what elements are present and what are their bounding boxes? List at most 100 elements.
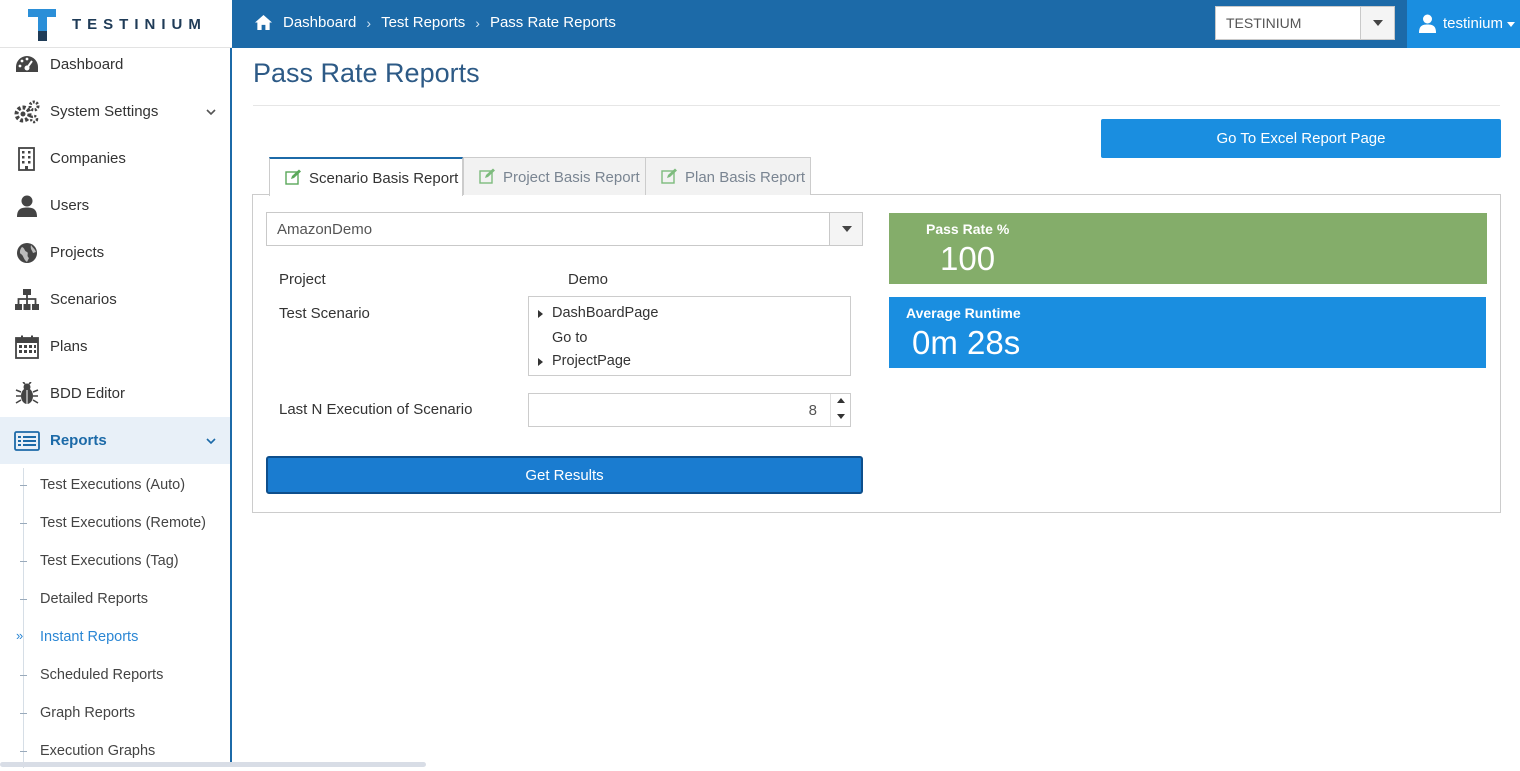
submenu-item-label: Scheduled Reports: [40, 667, 164, 683]
submenu-item-graph-reports[interactable]: Graph Reports: [0, 695, 230, 733]
testinium-logo-icon: [28, 9, 56, 41]
sidebar-item-plans[interactable]: Plans: [0, 323, 230, 370]
double-chevron-right-icon: »: [16, 628, 24, 643]
edit-icon: [479, 168, 495, 184]
globe-icon: [17, 242, 37, 263]
project-value: Demo: [568, 271, 609, 288]
sidebar-item-scenarios[interactable]: Scenarios: [0, 276, 230, 323]
submenu-item-label: Detailed Reports: [40, 591, 148, 607]
sidebar-item-reports[interactable]: Reports: [0, 417, 230, 464]
building-icon: [18, 146, 35, 171]
stepper-up-icon[interactable]: [837, 398, 845, 403]
pass-rate-card: Pass Rate % 100: [889, 213, 1487, 284]
sidebar-item-companies[interactable]: Companies: [0, 135, 230, 182]
home-icon[interactable]: [254, 14, 273, 31]
sidebar-item-users[interactable]: Users: [0, 182, 230, 229]
chevron-right-icon: ›: [366, 14, 372, 31]
breadcrumb-dashboard[interactable]: Dashboard: [283, 14, 356, 31]
breadcrumb-pass-rate-reports: Pass Rate Reports: [489, 14, 616, 31]
calendar-icon: [15, 335, 39, 359]
stepper-down-icon[interactable]: [837, 414, 845, 419]
submenu-item-label: Test Executions (Remote): [40, 515, 207, 531]
scenario-select-toggle[interactable]: [829, 213, 862, 245]
tree-node[interactable]: DashBoardPage: [552, 305, 658, 321]
organization-select-value: TESTINIUM: [1226, 15, 1302, 31]
gears-icon: [14, 100, 40, 123]
sidebar-item-label: BDD Editor: [50, 385, 126, 402]
edit-icon: [661, 168, 677, 184]
sidebar-item-label: Reports: [50, 432, 107, 449]
sidebar-item-label: Companies: [50, 150, 126, 167]
list-icon: [14, 430, 40, 451]
go-to-excel-report-button[interactable]: Go To Excel Report Page: [1101, 119, 1501, 158]
sidebar-item-label: System Settings: [50, 103, 159, 120]
last-n-execution-input[interactable]: 8: [528, 393, 851, 427]
test-scenario-tree: DashBoardPage Go to ProjectPage: [528, 296, 851, 376]
average-runtime-title: Average Runtime: [906, 305, 1021, 321]
submenu-dash: [20, 751, 27, 752]
organization-select-toggle[interactable]: [1360, 7, 1394, 39]
caret-down-icon: [1373, 20, 1383, 26]
tab-label: Plan Basis Report: [685, 169, 806, 186]
user-name: testinium: [1443, 15, 1504, 32]
sidebar-item-label: Projects: [50, 244, 105, 261]
submenu-item-label: Instant Reports: [40, 629, 139, 645]
breadcrumb-test-reports[interactable]: Test Reports: [381, 14, 465, 31]
page-title: Pass Rate Reports: [253, 58, 480, 88]
brand-name: TESTINIUM: [72, 16, 207, 33]
average-runtime-card: Average Runtime 0m 28s: [889, 297, 1486, 368]
chevron-down-icon: [206, 437, 216, 444]
sitemap-icon: [15, 288, 39, 310]
submenu-item-detailed-reports[interactable]: Detailed Reports: [0, 581, 230, 619]
organization-select[interactable]: TESTINIUM: [1215, 6, 1395, 40]
tab-plan-basis-report[interactable]: Plan Basis Report: [645, 157, 811, 195]
tab-label: Project Basis Report: [503, 169, 640, 186]
dashboard-icon: [16, 55, 38, 72]
sidebar-item-bdd-editor[interactable]: BDD Editor: [0, 370, 230, 417]
sidebar-item-label: Plans: [50, 338, 88, 355]
horizontal-scrollbar[interactable]: [0, 762, 426, 767]
submenu-item-test-executions-auto[interactable]: Test Executions (Auto): [0, 467, 230, 505]
scenario-select[interactable]: AmazonDemo: [266, 212, 863, 246]
sidebar-item-dashboard[interactable]: Dashboard: [0, 41, 230, 88]
submenu-item-label: Execution Graphs: [40, 743, 156, 759]
tree-node[interactable]: ProjectPage: [552, 353, 631, 369]
breadcrumb: Dashboard › Test Reports › Pass Rate Rep…: [254, 14, 616, 31]
chevron-right-icon: ›: [475, 14, 480, 31]
sidebar-item-projects[interactable]: Projects: [0, 229, 230, 276]
tab-label: Scenario Basis Report: [309, 170, 459, 187]
user-menu-button[interactable]: testinium: [1407, 0, 1520, 48]
bug-icon: [15, 381, 39, 404]
scenario-select-value: AmazonDemo: [277, 221, 373, 238]
chevron-down-icon: [206, 108, 216, 115]
tab-project-basis-report[interactable]: Project Basis Report: [463, 157, 646, 195]
test-scenario-label: Test Scenario: [279, 305, 370, 322]
submenu-dash: [20, 675, 27, 676]
divider: [253, 105, 1500, 106]
get-results-button[interactable]: Get Results: [266, 456, 863, 494]
submenu-item-test-executions-tag[interactable]: Test Executions (Tag): [0, 543, 230, 581]
caret-down-icon: [1507, 22, 1515, 27]
caret-down-icon: [842, 226, 852, 232]
sidebar-item-label: Scenarios: [50, 291, 117, 308]
number-stepper[interactable]: [830, 394, 850, 426]
sidebar-item-system-settings[interactable]: System Settings: [0, 88, 230, 135]
tree-node[interactable]: Go to: [552, 330, 587, 346]
submenu-item-scheduled-reports[interactable]: Scheduled Reports: [0, 657, 230, 695]
edit-icon: [285, 169, 301, 185]
submenu-dash: [20, 713, 27, 714]
user-icon: [1419, 14, 1436, 33]
submenu-item-test-executions-remote[interactable]: Test Executions (Remote): [0, 505, 230, 543]
submenu-dash: [20, 485, 27, 486]
sidebar: Dashboard System Settings Companies User…: [0, 48, 232, 768]
last-n-execution-label: Last N Execution of Scenario: [279, 401, 473, 418]
average-runtime-value: 0m 28s: [912, 324, 1021, 361]
submenu-item-instant-reports[interactable]: » Instant Reports: [0, 619, 230, 657]
submenu-dash: [20, 561, 27, 562]
submenu-item-label: Graph Reports: [40, 705, 136, 721]
submenu-dash: [20, 523, 27, 524]
caret-right-icon[interactable]: [538, 310, 543, 318]
caret-right-icon[interactable]: [538, 358, 543, 366]
submenu-dash: [20, 599, 27, 600]
tab-scenario-basis-report[interactable]: Scenario Basis Report: [269, 157, 463, 196]
